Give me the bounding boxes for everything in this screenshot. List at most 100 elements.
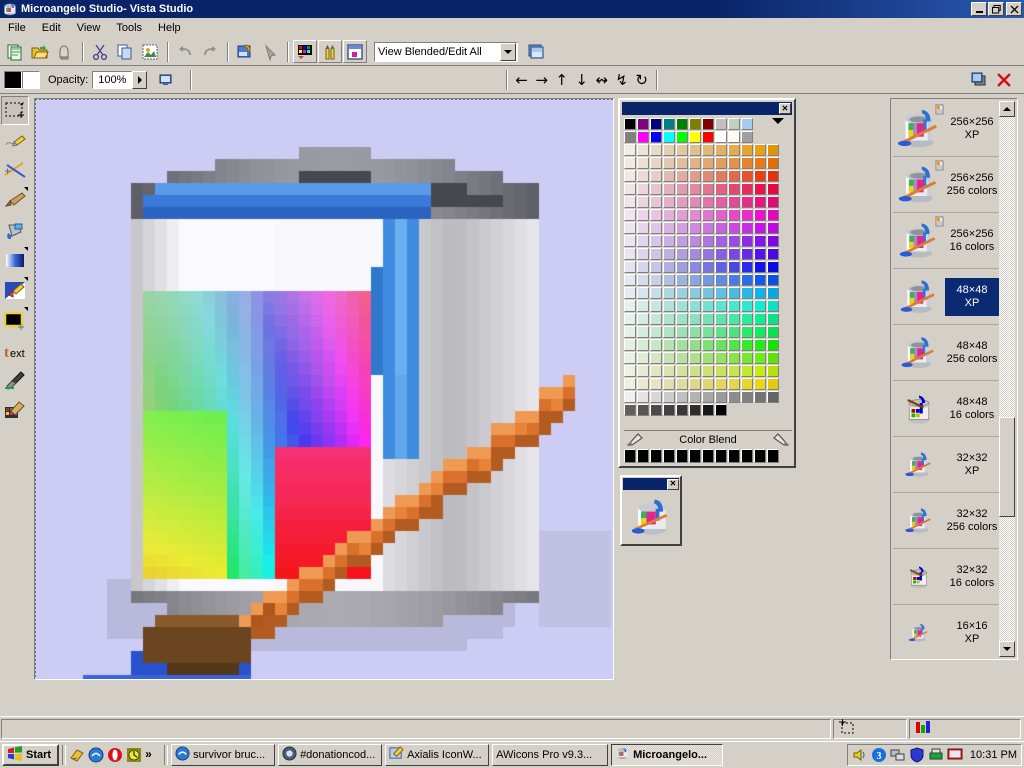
color-swatch[interactable]: [676, 274, 688, 286]
color-swatch[interactable]: [728, 248, 740, 260]
color-swatch[interactable]: [754, 313, 766, 325]
nudge-down-icon[interactable]: ↓: [572, 69, 592, 91]
color-swatch[interactable]: [754, 170, 766, 182]
color-swatch[interactable]: [728, 274, 740, 286]
ql-overflow-icon[interactable]: »: [145, 747, 161, 763]
color-swatch[interactable]: [650, 157, 662, 169]
color-swatch[interactable]: [702, 170, 714, 182]
color-swatch[interactable]: [637, 378, 649, 390]
color-swatch[interactable]: [637, 248, 649, 260]
color-swatch[interactable]: [754, 248, 766, 260]
color-swatch[interactable]: [741, 235, 753, 247]
color-swatch[interactable]: [650, 209, 662, 221]
color-swatch[interactable]: [715, 404, 727, 416]
color-swatch[interactable]: [767, 157, 779, 169]
color-swatch[interactable]: [676, 378, 688, 390]
color-swatch[interactable]: [715, 261, 727, 273]
start-button[interactable]: Start: [2, 744, 60, 766]
redo-icon[interactable]: [198, 40, 222, 63]
color-swatch[interactable]: [702, 183, 714, 195]
color-swatch[interactable]: [702, 391, 714, 403]
tray-shield-icon[interactable]: [909, 747, 925, 763]
color-swatch[interactable]: [754, 326, 766, 338]
color-swatch[interactable]: [637, 209, 649, 221]
select-rectangle-tool[interactable]: [1, 96, 29, 125]
tray-volume-icon[interactable]: [852, 747, 868, 763]
color-swatch[interactable]: [663, 391, 675, 403]
color-swatch[interactable]: [650, 391, 662, 403]
color-swatch[interactable]: [650, 339, 662, 351]
color-swatch[interactable]: [702, 352, 714, 364]
copy-icon[interactable]: [113, 40, 137, 63]
color-swatch[interactable]: [689, 404, 701, 416]
close-button[interactable]: [1006, 2, 1022, 16]
color-swatch[interactable]: [767, 183, 779, 195]
color-swatch[interactable]: [689, 209, 701, 221]
color-swatch[interactable]: [624, 222, 636, 234]
blend-left-cone-icon[interactable]: [626, 432, 644, 450]
color-swatch[interactable]: [767, 248, 779, 260]
color-swatch[interactable]: [715, 313, 727, 325]
color-swatch[interactable]: [624, 378, 636, 390]
image-list[interactable]: 256×256 XP 256×256 256 colors 256×256 16 colo…: [893, 101, 999, 657]
list-item[interactable]: 256×256 16 colors: [893, 213, 999, 269]
color-swatch[interactable]: [689, 313, 701, 325]
color-swatch[interactable]: [767, 235, 779, 247]
color-swatch[interactable]: [754, 365, 766, 377]
opacity-stepper[interactable]: [132, 71, 148, 89]
image-stack-icon[interactable]: [524, 40, 548, 63]
list-scrollbar[interactable]: [999, 101, 1015, 657]
color-swatch[interactable]: [624, 144, 636, 156]
color-swatch[interactable]: [702, 365, 714, 377]
color-swatch[interactable]: [676, 313, 688, 325]
color-swatch[interactable]: [741, 157, 753, 169]
color-swatch[interactable]: [715, 222, 727, 234]
color-swatch[interactable]: [637, 365, 649, 377]
color-swatch[interactable]: [663, 157, 675, 169]
color-swatch[interactable]: [689, 300, 701, 312]
text-tool[interactable]: t ext: [1, 336, 29, 365]
blend-swatch[interactable]: [728, 449, 740, 463]
blend-swatch[interactable]: [676, 449, 688, 463]
palette-editor-tool[interactable]: [1, 396, 29, 425]
color-swatch[interactable]: [676, 404, 688, 416]
color-swatch[interactable]: [702, 300, 714, 312]
color-swatch[interactable]: [650, 300, 662, 312]
color-swatch[interactable]: [663, 183, 675, 195]
color-swatch[interactable]: [650, 352, 662, 364]
color-swatch[interactable]: [650, 287, 662, 299]
task-microangelo[interactable]: Microangelo...: [611, 744, 724, 766]
color-swatch[interactable]: [715, 352, 727, 364]
color-swatch[interactable]: [767, 261, 779, 273]
color-swatch[interactable]: [767, 274, 779, 286]
color-swatch[interactable]: [637, 170, 649, 182]
color-swatch[interactable]: [715, 339, 727, 351]
color-swatch[interactable]: [715, 287, 727, 299]
color-swatch[interactable]: [663, 235, 675, 247]
eraser-tool[interactable]: [1, 276, 29, 305]
color-swatch[interactable]: [702, 235, 714, 247]
color-swatch[interactable]: [637, 300, 649, 312]
scrollbar-thumb[interactable]: [999, 417, 1015, 517]
color-swatch[interactable]: [650, 248, 662, 260]
color-swatch[interactable]: [663, 170, 675, 182]
color-swatch[interactable]: [650, 196, 662, 208]
color-swatch[interactable]: [663, 248, 675, 260]
ql-notes-icon[interactable]: [69, 747, 85, 763]
color-swatch[interactable]: [741, 131, 753, 143]
blend-swatch[interactable]: [754, 449, 766, 463]
color-swatch[interactable]: [702, 326, 714, 338]
color-swatch[interactable]: [624, 248, 636, 260]
color-swatch[interactable]: [637, 118, 649, 130]
color-swatch[interactable]: [637, 313, 649, 325]
scrollbar-track[interactable]: [999, 117, 1015, 641]
color-swatch[interactable]: [676, 287, 688, 299]
color-swatch[interactable]: [741, 287, 753, 299]
paste-image-icon[interactable]: [138, 40, 162, 63]
color-swatch[interactable]: [754, 352, 766, 364]
color-swatch[interactable]: [650, 313, 662, 325]
color-swatch[interactable]: [624, 183, 636, 195]
color-swatch[interactable]: [741, 300, 753, 312]
color-swatch[interactable]: [663, 209, 675, 221]
color-swatch[interactable]: [689, 274, 701, 286]
